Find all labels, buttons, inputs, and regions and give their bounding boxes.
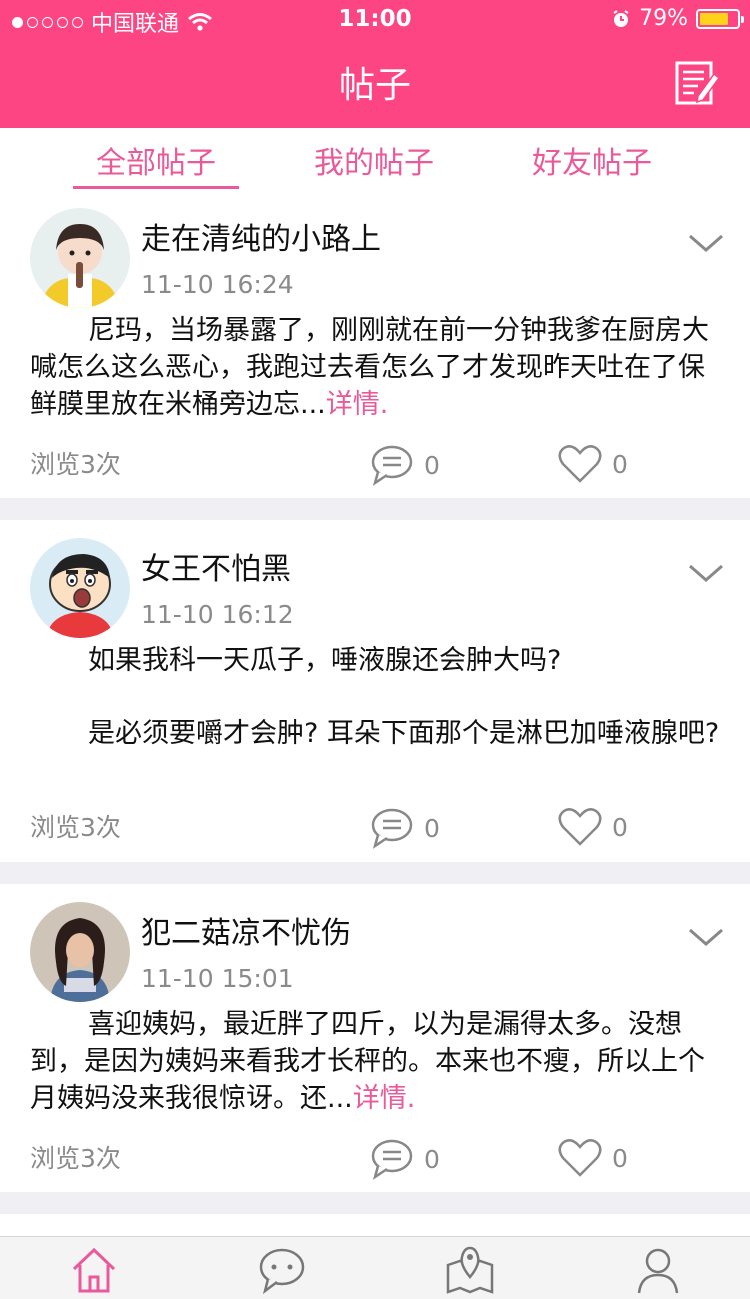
post-text: 是必须要嚼才会肿? 耳朵下面那个是淋巴加唾液腺吧? xyxy=(88,718,720,749)
post-time: 11-10 16:24 xyxy=(141,270,294,299)
post-content: 如果我科一天瓜子，唾液腺还会肿大吗? 是必须要嚼才会肿? 耳朵下面那个是淋巴加唾… xyxy=(30,642,720,752)
heart-icon xyxy=(558,445,602,483)
post-card[interactable]: 走在清纯的小路上 11-10 16:24 尼玛，当场暴露了，刚刚就在前一分钟我爹… xyxy=(0,190,750,498)
avatar[interactable] xyxy=(30,538,130,638)
post-time: 11-10 15:01 xyxy=(141,964,294,993)
post-username[interactable]: 犯二菇凉不忧伤 xyxy=(141,908,351,952)
comment-icon xyxy=(371,445,413,486)
like-button[interactable]: 0 xyxy=(558,807,628,847)
comment-button[interactable]: 0 xyxy=(370,444,440,486)
chevron-down-icon[interactable] xyxy=(688,926,724,948)
bottom-tab-bar xyxy=(0,1236,750,1299)
map-icon[interactable] xyxy=(445,1245,495,1295)
comment-button[interactable]: 0 xyxy=(370,1138,440,1180)
alarm-icon xyxy=(613,9,629,27)
profile-icon[interactable] xyxy=(633,1245,683,1295)
like-button[interactable]: 0 xyxy=(558,1138,628,1178)
post-username[interactable]: 女王不怕黑 xyxy=(141,544,291,588)
like-count: 0 xyxy=(612,1143,628,1173)
post-more-link[interactable]: 详情. xyxy=(326,389,389,420)
post-more-link[interactable]: 详情. xyxy=(353,1083,416,1114)
post-content: 尼玛，当场暴露了，刚刚就在前一分钟我爹在厨房大喊怎么这么恶心，我跑过去看怎么了才… xyxy=(30,312,720,423)
top-header: 中国联通 11:00 79% 帖子 xyxy=(0,0,750,128)
edit-note-icon[interactable] xyxy=(674,60,720,106)
active-tab-indicator xyxy=(73,186,239,189)
post-card[interactable]: 犯二菇凉不忧伤 11-10 15:01 喜迎姨妈，最近胖了四斤，以为是漏得太多。… xyxy=(0,884,750,1192)
battery-icon xyxy=(696,8,744,29)
chevron-down-icon[interactable] xyxy=(688,232,724,254)
avatar[interactable] xyxy=(30,208,130,308)
post-card[interactable]: 女王不怕黑 11-10 16:12 如果我科一天瓜子，唾液腺还会肿大吗? 是必须… xyxy=(0,520,750,862)
chat-icon[interactable] xyxy=(257,1245,307,1295)
chevron-down-icon[interactable] xyxy=(688,562,724,584)
comment-count: 0 xyxy=(424,813,440,843)
post-text: 如果我科一天瓜子，唾液腺还会肿大吗? xyxy=(88,645,562,676)
view-count: 浏览3次 xyxy=(30,1144,121,1173)
like-count: 0 xyxy=(612,812,628,842)
heart-icon xyxy=(558,1139,602,1177)
tab-all-posts[interactable]: 全部帖子 xyxy=(96,138,216,182)
page-title: 帖子 xyxy=(338,65,411,106)
like-button[interactable]: 0 xyxy=(558,444,628,484)
comment-icon xyxy=(371,1139,413,1180)
avatar[interactable] xyxy=(30,902,130,1002)
post-time: 11-10 16:12 xyxy=(141,600,294,629)
tab-my-posts[interactable]: 我的帖子 xyxy=(314,138,434,182)
post-content: 喜迎姨妈，最近胖了四斤，以为是漏得太多。没想到，是因为姨妈来看我才长秤的。本来也… xyxy=(30,1006,720,1117)
view-count: 浏览3次 xyxy=(30,450,121,479)
post-username[interactable]: 走在清纯的小路上 xyxy=(141,214,381,258)
comment-count: 0 xyxy=(424,450,440,480)
comment-count: 0 xyxy=(424,1144,440,1174)
battery-percent: 79% xyxy=(639,6,688,31)
comment-icon xyxy=(371,808,413,849)
tab-friend-posts[interactable]: 好友帖子 xyxy=(532,138,652,182)
view-count: 浏览3次 xyxy=(30,813,121,842)
heart-icon xyxy=(558,808,602,846)
like-count: 0 xyxy=(612,449,628,479)
status-bar: 中国联通 11:00 79% xyxy=(0,0,750,40)
home-icon[interactable] xyxy=(69,1245,119,1295)
comment-button[interactable]: 0 xyxy=(370,807,440,849)
